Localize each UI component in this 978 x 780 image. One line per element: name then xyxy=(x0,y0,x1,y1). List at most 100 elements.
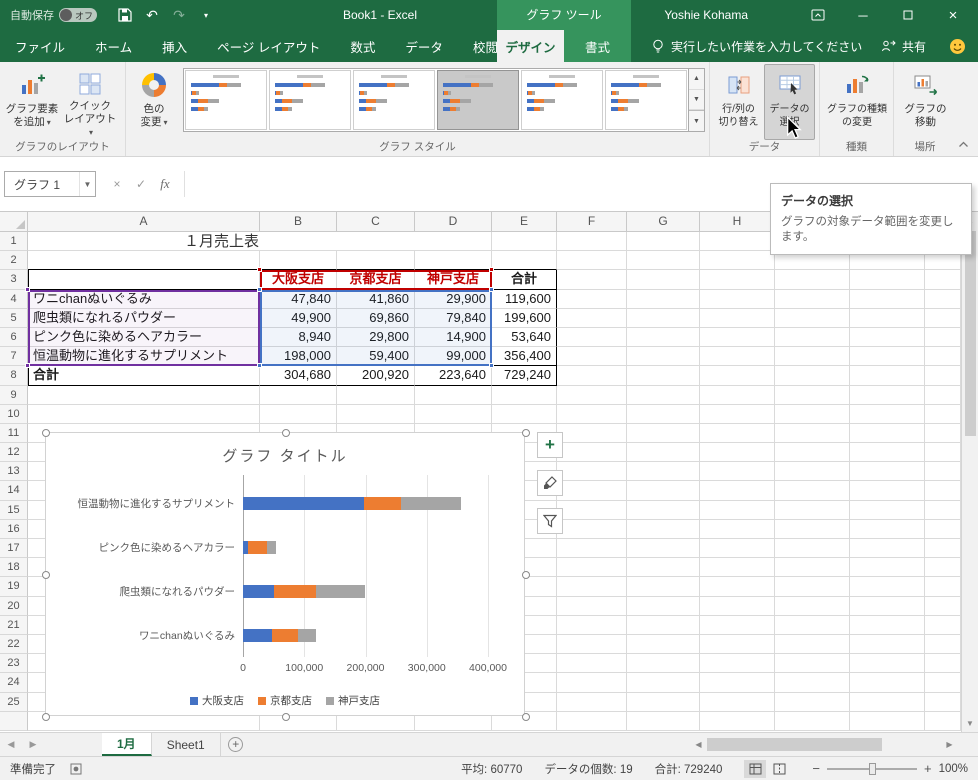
chart-style-thumbnail-1[interactable] xyxy=(185,70,267,130)
cell-h23[interactable] xyxy=(700,654,775,673)
cell-f2[interactable] xyxy=(557,251,627,270)
column-header-g[interactable]: G xyxy=(627,212,700,232)
chart-elements-button[interactable]: + xyxy=(537,432,563,458)
vertical-scroll-track[interactable] xyxy=(962,436,978,715)
cell-f25[interactable] xyxy=(557,693,627,712)
maximize-button[interactable] xyxy=(888,0,928,30)
cell-g24[interactable] xyxy=(627,673,700,692)
cell-g14[interactable] xyxy=(627,481,700,500)
cell-h15[interactable] xyxy=(700,501,775,520)
cell-b5[interactable]: 49,900 xyxy=(260,309,337,328)
cell[interactable] xyxy=(850,481,925,500)
cell[interactable] xyxy=(925,693,961,712)
vertical-scroll-thumb[interactable] xyxy=(965,231,976,436)
cell-h11[interactable] xyxy=(700,424,775,443)
cell[interactable] xyxy=(850,366,925,385)
selection-handle[interactable] xyxy=(257,287,262,292)
cell[interactable] xyxy=(850,558,925,577)
cell-h21[interactable] xyxy=(700,616,775,635)
undo-button[interactable]: ↶ xyxy=(140,4,164,26)
row-header-19[interactable]: 19 xyxy=(0,577,28,596)
cell-h12[interactable] xyxy=(700,443,775,462)
cell[interactable] xyxy=(850,424,925,443)
cell-f9[interactable] xyxy=(557,386,627,405)
cell-h1[interactable] xyxy=(700,232,775,251)
cell[interactable] xyxy=(850,539,925,558)
cell-f21[interactable] xyxy=(557,616,627,635)
cell-e9[interactable] xyxy=(492,386,557,405)
bar-segment-series-3[interactable] xyxy=(298,629,316,642)
selection-handle[interactable] xyxy=(489,287,494,292)
zoom-out-button[interactable]: − xyxy=(812,761,820,776)
cell[interactable] xyxy=(775,443,850,462)
bar-segment-series-2[interactable] xyxy=(364,497,400,510)
cell-h25[interactable] xyxy=(700,693,775,712)
row-header-13[interactable]: 13 xyxy=(0,462,28,481)
scroll-left-button[interactable]: ◀ xyxy=(690,736,707,753)
cell[interactable] xyxy=(925,270,961,289)
column-header-c[interactable]: C xyxy=(337,212,415,232)
cell-f26[interactable] xyxy=(557,712,627,731)
tab-design[interactable]: デザイン xyxy=(497,30,564,62)
row-header-4[interactable]: 4 xyxy=(0,290,28,309)
sheet-nav-right-button[interactable]: ▶ xyxy=(22,733,44,756)
cell[interactable] xyxy=(775,328,850,347)
cell-c3[interactable]: 京都支店 xyxy=(337,270,415,289)
cell-g25[interactable] xyxy=(627,693,700,712)
row-header-22[interactable]: 22 xyxy=(0,635,28,654)
cell-b6[interactable]: 8,940 xyxy=(260,328,337,347)
row-header-20[interactable]: 20 xyxy=(0,597,28,616)
cell-h3[interactable] xyxy=(700,270,775,289)
selection-handle[interactable] xyxy=(25,363,30,368)
cell-d8[interactable]: 223,640 xyxy=(415,366,492,385)
cell[interactable] xyxy=(925,501,961,520)
cell-a10[interactable] xyxy=(28,405,260,424)
cell-f16[interactable] xyxy=(557,520,627,539)
cell-g20[interactable] xyxy=(627,597,700,616)
cell-h10[interactable] xyxy=(700,405,775,424)
cell-c10[interactable] xyxy=(337,405,415,424)
cell[interactable] xyxy=(850,635,925,654)
cell[interactable] xyxy=(925,597,961,616)
cell[interactable] xyxy=(850,405,925,424)
cell[interactable] xyxy=(925,558,961,577)
cell-b4[interactable]: 47,840 xyxy=(260,290,337,309)
value-axis-label[interactable]: 0 xyxy=(213,662,273,674)
column-header-a[interactable]: A xyxy=(28,212,260,232)
row-header-11[interactable]: 11 xyxy=(0,424,28,443)
cell-f5[interactable] xyxy=(557,309,627,328)
column-header-h[interactable]: H xyxy=(700,212,775,232)
value-axis-label[interactable]: 400,000 xyxy=(458,662,518,674)
zoom-slider-thumb[interactable] xyxy=(869,763,876,775)
chart-resize-handle[interactable] xyxy=(282,713,290,721)
cell[interactable] xyxy=(925,712,961,731)
cell-f15[interactable] xyxy=(557,501,627,520)
cell[interactable] xyxy=(775,616,850,635)
row-header-14[interactable]: 14 xyxy=(0,481,28,500)
ribbon-display-options-button[interactable] xyxy=(798,0,838,30)
cell-f22[interactable] xyxy=(557,635,627,654)
cell[interactable] xyxy=(925,462,961,481)
select-data-button[interactable]: データの選択 xyxy=(764,64,815,140)
cell-g22[interactable] xyxy=(627,635,700,654)
ribbon-tab-4[interactable]: 数式 xyxy=(335,30,390,62)
add-chart-element-button[interactable]: グラフ要素を追加▾ xyxy=(3,64,61,140)
row-header-10[interactable]: 10 xyxy=(0,405,28,424)
share-button[interactable]: 共有 xyxy=(881,30,926,62)
cell-g26[interactable] xyxy=(627,712,700,731)
row-header-24[interactable]: 24 xyxy=(0,673,28,692)
category-axis-label[interactable]: ワニchanぬいぐるみ xyxy=(46,628,235,643)
name-box[interactable]: グラフ 1 ▼ xyxy=(4,171,96,197)
cell[interactable] xyxy=(925,366,961,385)
cell-f24[interactable] xyxy=(557,673,627,692)
cell-a9[interactable] xyxy=(28,386,260,405)
bar-segment-series-2[interactable] xyxy=(248,541,266,554)
cell-c7[interactable]: 59,400 xyxy=(337,347,415,366)
cell-c8[interactable]: 200,920 xyxy=(337,366,415,385)
cell[interactable] xyxy=(775,270,850,289)
cell[interactable] xyxy=(850,654,925,673)
cell-h9[interactable] xyxy=(700,386,775,405)
cell[interactable] xyxy=(775,539,850,558)
cell-c5[interactable]: 69,860 xyxy=(337,309,415,328)
cell[interactable] xyxy=(850,577,925,596)
